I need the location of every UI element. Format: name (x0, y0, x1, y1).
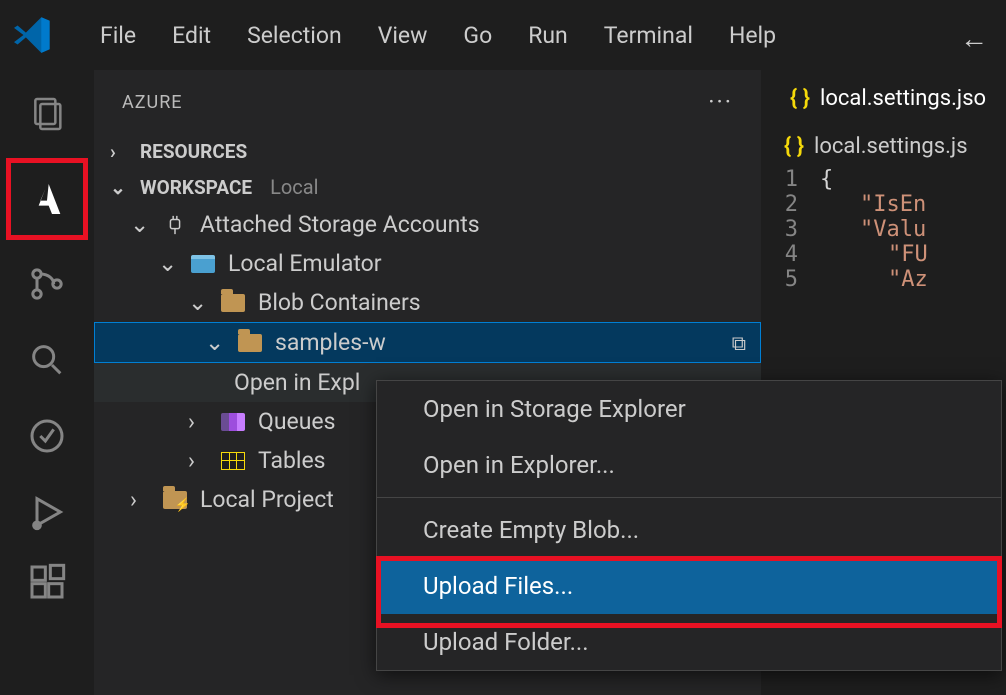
json-file-icon: { } (790, 86, 810, 111)
resources-label: RESOURCES (140, 140, 247, 163)
line-number: 3 (772, 217, 820, 242)
cm-open-explorer[interactable]: Open in Explorer... (377, 437, 1001, 493)
workspace-badge: Local (270, 175, 318, 199)
tables-label: Tables (258, 447, 326, 474)
tab-local-settings[interactable]: { } local.settings.jso (772, 70, 1004, 126)
plug-icon (162, 212, 188, 238)
chevron-down-icon: ⌄ (188, 289, 208, 316)
test-icon[interactable] (15, 404, 79, 468)
local-emulator-label: Local Emulator (228, 250, 382, 277)
open-in-explorer-label: Open in Expl (234, 369, 360, 396)
chevron-down-icon: ⌄ (205, 329, 225, 356)
code-editor[interactable]: 1{ 2"IsEn 3"Valu 4"FU 5"Az (762, 167, 1006, 292)
menu-go[interactable]: Go (445, 12, 510, 59)
search-icon[interactable] (15, 328, 79, 392)
tab-label: local.settings.jso (820, 86, 986, 111)
tab-bar: { } local.settings.jso (762, 70, 1006, 126)
sidebar-header: AZURE ··· (94, 70, 761, 134)
code-text: "Az (820, 267, 928, 292)
blob-containers-row[interactable]: ⌄ Blob Containers (94, 283, 761, 322)
workspace-section[interactable]: ⌄ WORKSPACE Local (94, 169, 761, 205)
azure-activity-highlight (6, 158, 88, 240)
context-menu: Open in Storage Explorer Open in Explore… (376, 380, 1002, 671)
back-arrow-icon[interactable]: ← (960, 22, 988, 55)
line-number: 4 (772, 242, 820, 267)
chevron-right-icon: › (188, 447, 208, 474)
chevron-right-icon: › (130, 486, 150, 513)
line-number: 1 (772, 167, 820, 192)
chevron-right-icon: › (110, 140, 130, 163)
menu-file[interactable]: File (82, 12, 154, 59)
code-text: "FU (820, 242, 928, 267)
project-folder-icon (162, 487, 188, 513)
chevron-down-icon: ⌄ (110, 176, 130, 199)
menu-help[interactable]: Help (711, 12, 794, 59)
workspace-label: WORKSPACE (140, 176, 252, 199)
new-folder-icon[interactable]: ⧉ (732, 331, 746, 355)
cm-open-storage-explorer[interactable]: Open in Storage Explorer (377, 381, 1001, 437)
folder-icon (237, 330, 263, 356)
resources-section[interactable]: › RESOURCES (94, 134, 761, 169)
menu-run[interactable]: Run (510, 12, 586, 59)
menu-selection[interactable]: Selection (229, 12, 360, 59)
samples-container-row[interactable]: ⌄ samples-w ⧉ (94, 322, 761, 363)
menu-edit[interactable]: Edit (154, 12, 229, 59)
queues-label: Queues (258, 408, 335, 435)
explorer-icon[interactable] (15, 82, 79, 146)
storage-account-icon (190, 251, 216, 277)
extensions-icon[interactable] (15, 550, 79, 614)
cm-upload-folder[interactable]: Upload Folder... (377, 614, 1001, 670)
code-text: { (820, 167, 833, 192)
menu-view[interactable]: View (360, 12, 446, 59)
chevron-down-icon: ⌄ (158, 250, 178, 277)
breadcrumb[interactable]: { } local.settings.js (762, 126, 1006, 167)
queues-icon (220, 409, 246, 435)
line-number: 5 (772, 267, 820, 292)
activity-bar (0, 70, 94, 695)
samples-label: samples-w (275, 329, 386, 356)
tables-icon (220, 448, 246, 474)
vscode-icon (14, 16, 52, 54)
code-text: "IsEn (820, 192, 926, 217)
code-text: "Valu (820, 217, 926, 242)
chevron-down-icon: ⌄ (130, 211, 150, 238)
breadcrumb-label: local.settings.js (814, 134, 968, 159)
blob-containers-label: Blob Containers (258, 289, 421, 316)
json-file-icon: { } (784, 134, 804, 159)
sidebar-title: AZURE (122, 92, 183, 113)
menu-terminal[interactable]: Terminal (586, 12, 711, 59)
folder-icon (220, 290, 246, 316)
title-bar: File Edit Selection View Go Run Terminal… (0, 0, 1006, 70)
azure-icon[interactable] (15, 167, 79, 231)
menu-bar: File Edit Selection View Go Run Terminal… (82, 12, 794, 59)
chevron-right-icon: › (188, 408, 208, 435)
source-control-icon[interactable] (15, 252, 79, 316)
more-actions-icon[interactable]: ··· (708, 88, 733, 116)
attached-storage-row[interactable]: ⌄ Attached Storage Accounts (94, 205, 761, 244)
run-debug-icon[interactable] (15, 480, 79, 544)
local-emulator-row[interactable]: ⌄ Local Emulator (94, 244, 761, 283)
local-project-label: Local Project (200, 486, 334, 513)
attached-storage-label: Attached Storage Accounts (200, 211, 480, 238)
cm-upload-files[interactable]: Upload Files... (377, 558, 1001, 614)
context-menu-separator (377, 497, 1001, 498)
line-number: 2 (772, 192, 820, 217)
cm-create-empty-blob[interactable]: Create Empty Blob... (377, 502, 1001, 558)
